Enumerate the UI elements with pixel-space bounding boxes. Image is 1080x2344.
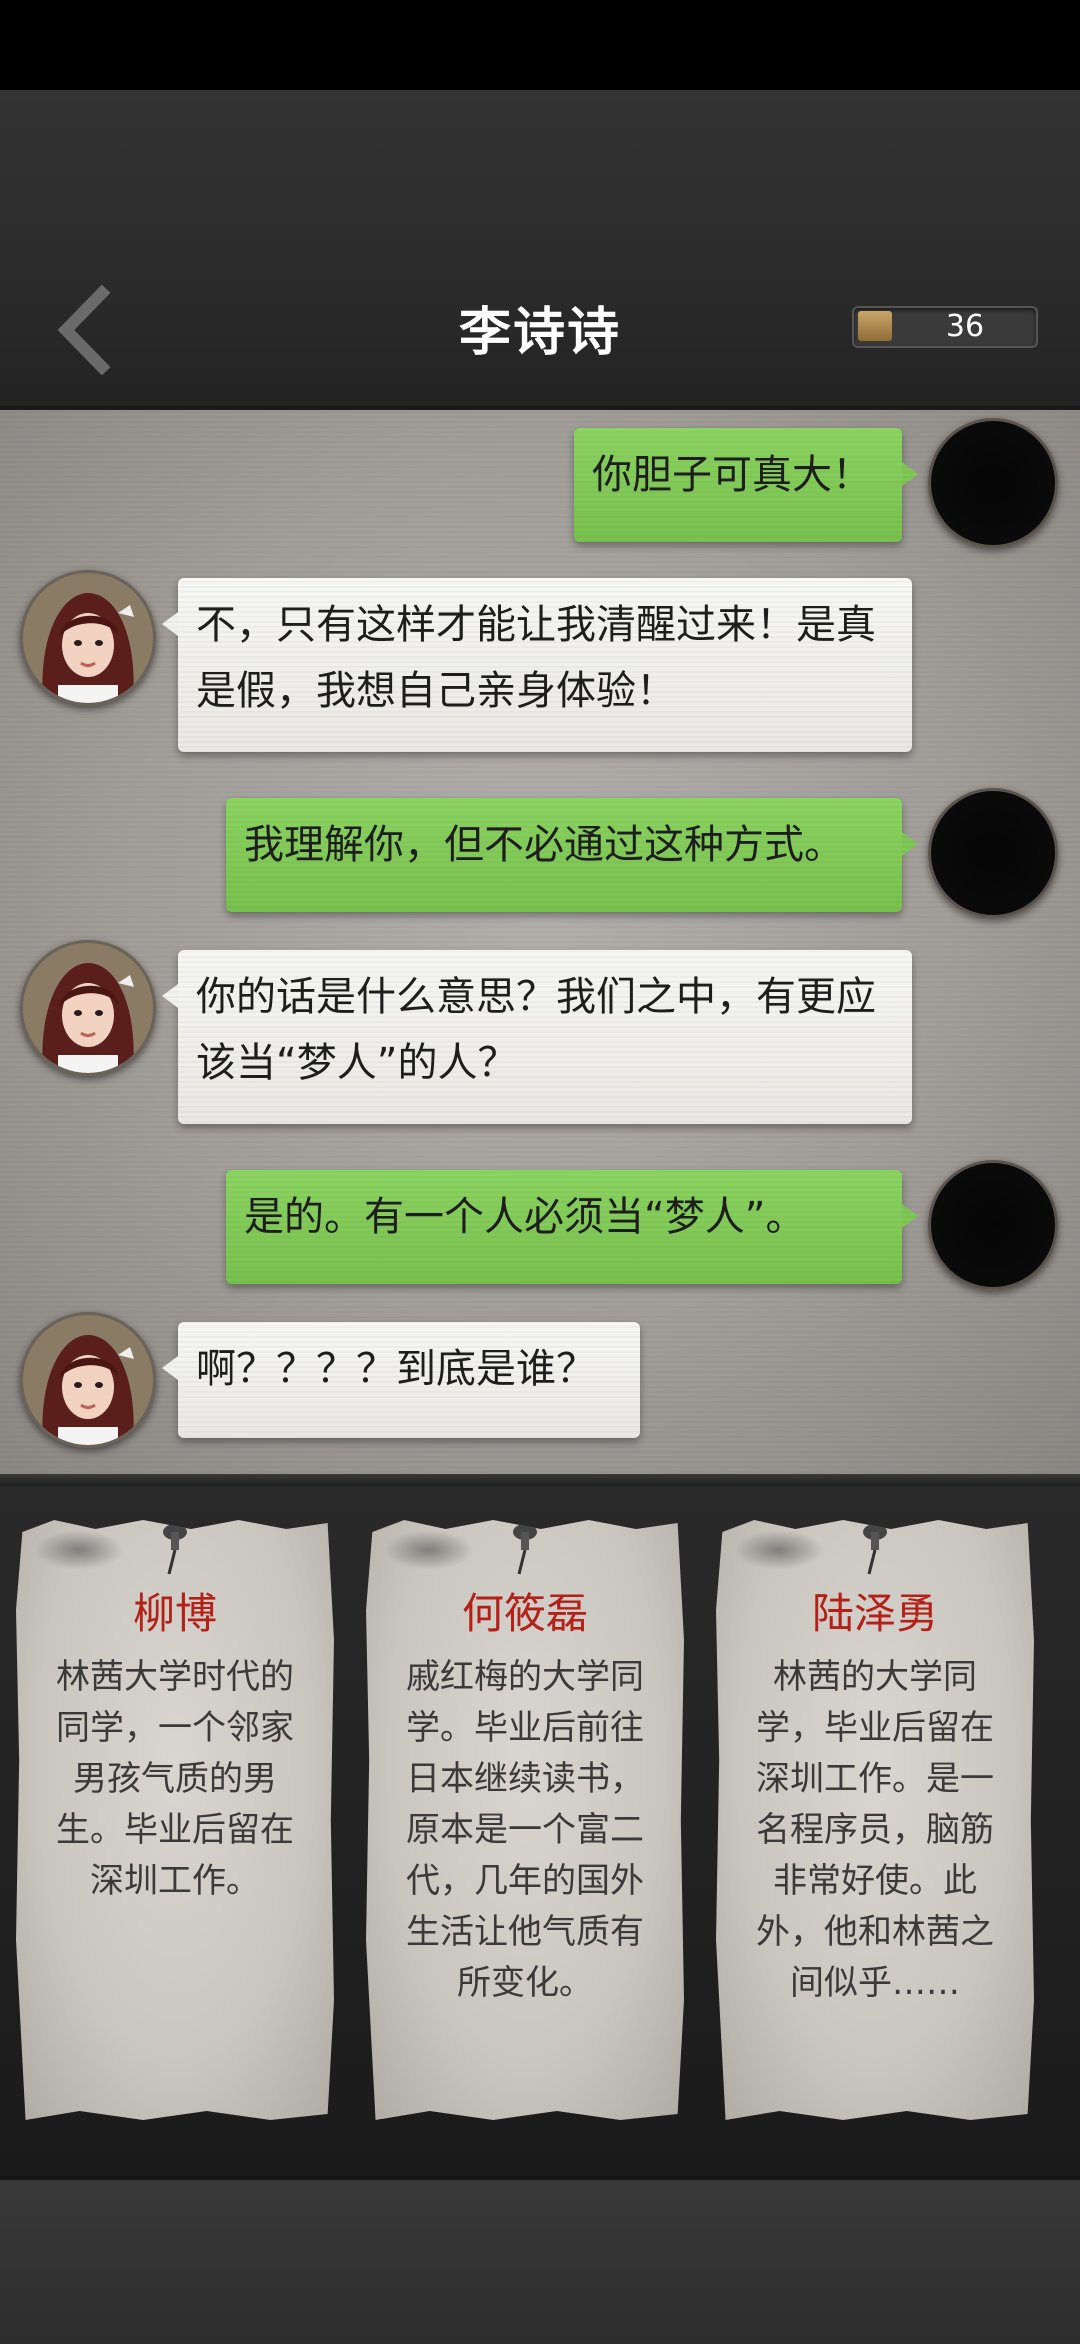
choice-card[interactable]: 何筱磊 戚红梅的大学同学。毕业后前往日本继续读书，原本是一个富二代，几年的国外生… <box>366 1520 684 2120</box>
coin-count: 36 <box>945 309 985 344</box>
divider <box>0 1474 1080 1486</box>
chevron-left-icon <box>57 284 111 376</box>
npc-avatar[interactable] <box>20 940 156 1076</box>
npc-message: 啊？？？？到底是谁？ <box>162 1322 640 1438</box>
back-button[interactable] <box>50 284 120 376</box>
message-text: 你的话是什么意思？我们之中，有更应该当“梦人”的人？ <box>196 974 876 1086</box>
player-avatar[interactable] <box>928 418 1058 548</box>
player-message: 是的。有一个人必须当“梦人”。 <box>226 1170 918 1284</box>
npc-portrait <box>23 943 153 1073</box>
card-description: 林茜的大学同学，毕业后留在深圳工作。是一名程序员，脑筋非常好使。此外，他和林茜之… <box>756 1657 994 2003</box>
choice-card[interactable]: 柳博 林茜大学时代的同学，一个邻家男孩气质的男生。毕业后留在深圳工作。 <box>16 1520 334 2120</box>
message-text: 你胆子可真大！ <box>592 452 872 498</box>
status-bar <box>0 0 1080 90</box>
message-text: 我理解你，但不必通过这种方式。 <box>244 822 844 868</box>
ink-smudge <box>34 1530 124 1570</box>
card-name: 陆泽勇 <box>811 1589 938 1638</box>
player-message: 我理解你，但不必通过这种方式。 <box>226 798 918 912</box>
player-message: 你胆子可真大！ <box>574 428 918 542</box>
chat-area[interactable]: 你胆子可真大！ 不，只有这样才能让我清醒过来！是真是假，我想自己亲身体验！ 我理… <box>0 410 1080 1478</box>
choice-card[interactable]: 陆泽勇 林茜的大学同学，毕业后留在深圳工作。是一名程序员，脑筋非常好使。此外，他… <box>716 1520 1034 2120</box>
message-text: 不，只有这样才能让我清醒过来！是真是假，我想自己亲身体验！ <box>196 602 876 714</box>
coin-counter: 36 <box>852 306 1038 348</box>
npc-avatar[interactable] <box>20 570 156 706</box>
coin-icon <box>858 311 892 341</box>
npc-portrait <box>23 1315 153 1445</box>
footer-bar <box>0 2176 1080 2344</box>
card-description: 戚红梅的大学同学。毕业后前往日本继续读书，原本是一个富二代，几年的国外生活让他气… <box>406 1657 644 2003</box>
npc-message: 你的话是什么意思？我们之中，有更应该当“梦人”的人？ <box>162 950 912 1124</box>
player-avatar[interactable] <box>928 788 1058 918</box>
chat-title: 李诗诗 <box>458 302 621 363</box>
player-avatar[interactable] <box>928 1160 1058 1290</box>
npc-portrait <box>23 573 153 703</box>
card-name: 何筱磊 <box>461 1589 588 1638</box>
npc-avatar[interactable] <box>20 1312 156 1448</box>
message-text: 是的。有一个人必须当“梦人”。 <box>244 1194 806 1240</box>
message-text: 啊？？？？到底是谁？ <box>196 1346 596 1392</box>
card-description: 林茜大学时代的同学，一个邻家男孩气质的男生。毕业后留在深圳工作。 <box>56 1657 294 1901</box>
ink-smudge <box>734 1530 824 1570</box>
npc-message: 不，只有这样才能让我清醒过来！是真是假，我想自己亲身体验！ <box>162 578 912 752</box>
card-name: 柳博 <box>132 1589 217 1638</box>
ink-smudge <box>384 1530 474 1570</box>
